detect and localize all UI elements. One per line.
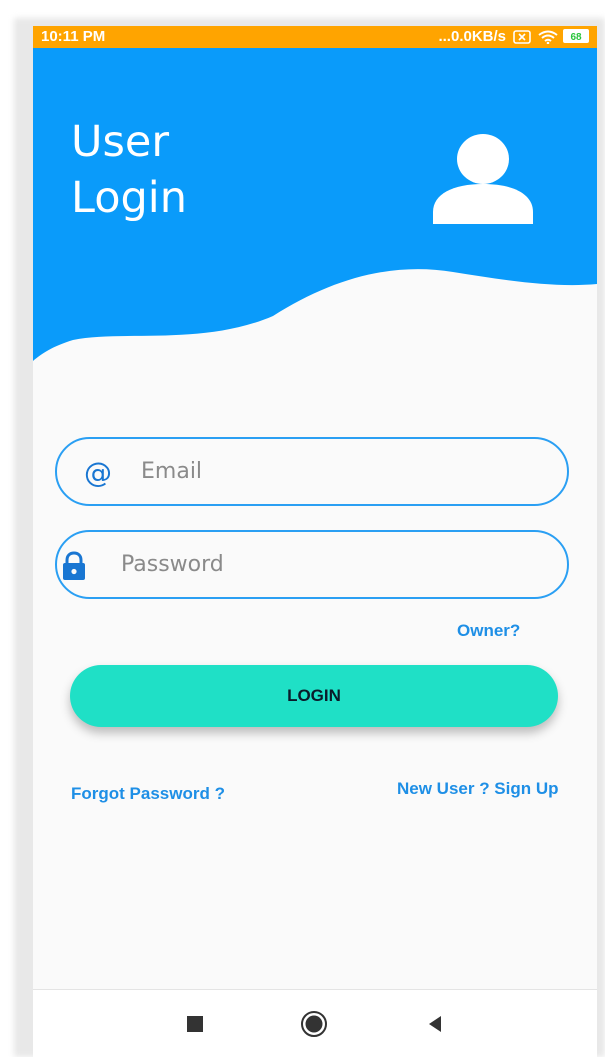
- sign-up-link[interactable]: New User ? Sign Up: [397, 779, 559, 799]
- system-nav-bar: [33, 989, 597, 1057]
- status-indicators: ...0.0KB/s 68: [438, 28, 589, 45]
- email-field[interactable]: @: [55, 437, 569, 506]
- status-bar: 10:11 PM ...0.0KB/s 68: [33, 26, 597, 48]
- wifi-icon: [538, 30, 558, 44]
- network-speed: ...0.0KB/s: [438, 28, 506, 45]
- recent-apps-icon[interactable]: [181, 1010, 209, 1038]
- home-icon[interactable]: [300, 1010, 328, 1038]
- user-avatar-icon: [433, 134, 533, 224]
- back-icon[interactable]: [421, 1010, 449, 1038]
- owner-link[interactable]: Owner?: [457, 621, 520, 641]
- at-icon: @: [84, 455, 112, 489]
- forgot-password-link[interactable]: Forgot Password ?: [71, 784, 225, 804]
- lock-icon: [60, 551, 88, 581]
- password-input[interactable]: [121, 532, 541, 597]
- page-title: User Login: [71, 114, 187, 226]
- password-field[interactable]: [55, 530, 569, 599]
- status-time: 10:11 PM: [41, 28, 106, 45]
- title-line-user: User: [71, 117, 170, 167]
- email-input[interactable]: [141, 439, 541, 504]
- title-line-login: Login: [71, 173, 188, 223]
- battery-icon: 68: [563, 28, 589, 43]
- login-button[interactable]: LOGIN: [70, 665, 558, 727]
- sim-icon: [513, 29, 531, 44]
- phone-screen: 10:11 PM ...0.0KB/s 68 User Login @ Emai…: [33, 26, 597, 1057]
